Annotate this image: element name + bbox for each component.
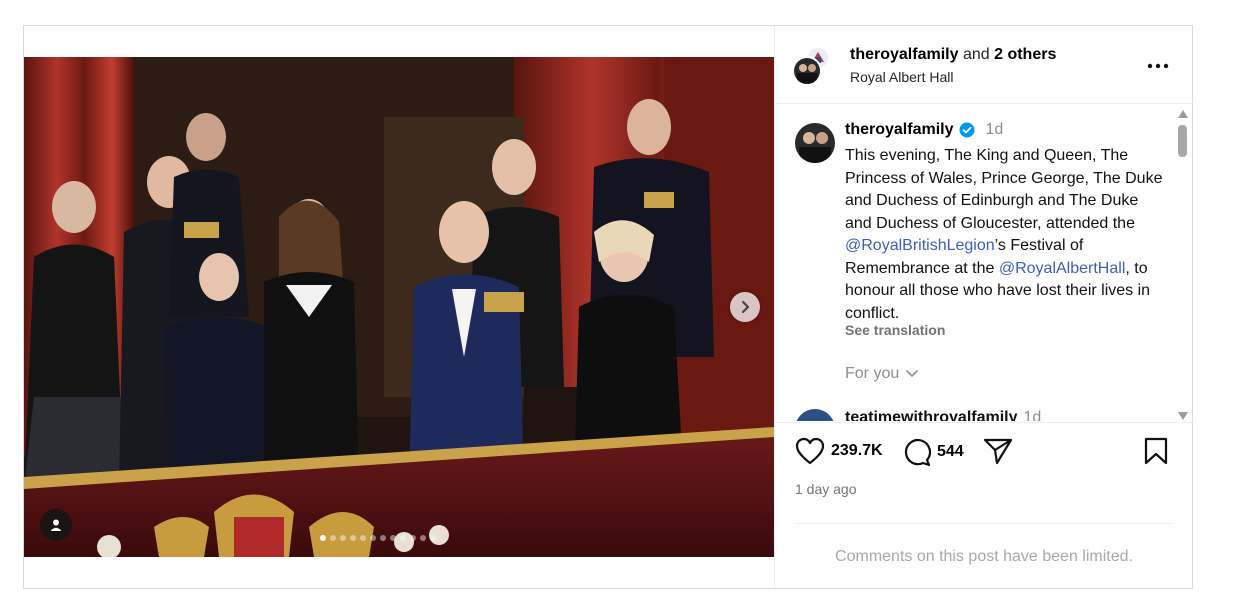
tagged-users-button[interactable] — [40, 509, 72, 541]
others-link[interactable]: 2 others — [994, 46, 1056, 63]
comment-username[interactable]: teatimewithroyalfamily — [845, 409, 1018, 421]
post-header: theroyalfamily and 2 others Royal Albert… — [775, 26, 1193, 104]
carousel-dot — [420, 535, 426, 541]
chevron-down-icon — [906, 370, 919, 378]
carousel-indicator — [320, 535, 436, 541]
mention-link[interactable]: @RoyalAlbertHall — [999, 260, 1126, 277]
comment-button[interactable]: 544 — [901, 437, 964, 467]
avatar[interactable] — [795, 123, 835, 163]
scroll-down-arrow[interactable] — [1178, 412, 1188, 420]
heart-icon — [795, 437, 825, 465]
mention-link[interactable]: @RoyalBritishLegion — [845, 237, 995, 254]
author-username[interactable]: theroyalfamily — [850, 46, 958, 63]
caption-username[interactable]: theroyalfamily — [845, 121, 953, 139]
instagram-post: theroyalfamily and 2 others Royal Albert… — [23, 25, 1193, 589]
chevron-right-icon — [741, 300, 750, 314]
post-actions: 239.7K 544 — [775, 422, 1193, 482]
comment-sort-dropdown[interactable]: For you — [845, 365, 919, 383]
comments-scrollbar[interactable] — [1176, 110, 1188, 420]
royal-box-photo — [24, 57, 774, 557]
carousel-dot — [400, 535, 406, 541]
divider — [795, 523, 1173, 524]
carousel-dot — [360, 535, 366, 541]
like-count[interactable]: 239.7K — [831, 442, 883, 460]
carousel-dot — [390, 535, 396, 541]
carousel-next-button[interactable] — [730, 292, 760, 322]
paper-plane-icon — [983, 438, 1013, 465]
caption-author: theroyalfamily 1d — [845, 121, 1003, 139]
comment-sort-label: For you — [845, 365, 900, 382]
avatar[interactable] — [795, 409, 835, 421]
avatar — [792, 56, 822, 86]
save-button[interactable] — [1143, 437, 1169, 465]
post-location[interactable]: Royal Albert Hall — [850, 69, 954, 85]
more-horizontal-icon — [1147, 63, 1169, 69]
caption-time: 1d — [985, 121, 1004, 138]
carousel-dot — [370, 535, 376, 541]
carousel-dot — [430, 535, 436, 541]
post-date[interactable]: 1 day ago — [795, 481, 857, 497]
carousel-dot — [320, 535, 326, 541]
bookmark-icon — [1144, 437, 1168, 465]
scroll-thumb[interactable] — [1178, 125, 1187, 157]
see-translation-link[interactable]: See translation — [845, 322, 945, 338]
share-button[interactable] — [983, 437, 1013, 465]
and-text: and — [962, 46, 990, 63]
scroll-up-arrow[interactable] — [1178, 110, 1188, 118]
carousel-dot — [330, 535, 336, 541]
verified-badge-icon — [959, 122, 975, 138]
post-photo[interactable] — [24, 57, 774, 557]
more-options-button[interactable] — [1145, 56, 1171, 76]
comments-limited-notice: Comments on this post have been limited. — [835, 548, 1133, 565]
comment-bubble-icon — [904, 439, 931, 467]
carousel-dot — [340, 535, 346, 541]
post-author-line: theroyalfamily and 2 others — [850, 46, 1056, 64]
comment-count: 544 — [937, 443, 964, 460]
post-media — [24, 26, 774, 588]
caption-text: This evening, The King and Queen, The Pr… — [845, 145, 1165, 325]
carousel-dot — [350, 535, 356, 541]
comment-time: 1d — [1023, 409, 1042, 421]
collab-avatars[interactable] — [792, 46, 832, 88]
comments-section[interactable]: theroyalfamily 1d This evening, The King… — [775, 105, 1193, 421]
comment-author: teatimewithroyalfamily 1d — [845, 409, 1041, 421]
carousel-dot — [380, 535, 386, 541]
post-sidebar: theroyalfamily and 2 others Royal Albert… — [774, 26, 1193, 588]
like-button[interactable]: 239.7K — [795, 437, 883, 465]
caption-text-part: This evening, The King and Queen, The Pr… — [845, 147, 1163, 232]
user-tag-icon — [50, 519, 62, 531]
carousel-dot — [410, 535, 416, 541]
